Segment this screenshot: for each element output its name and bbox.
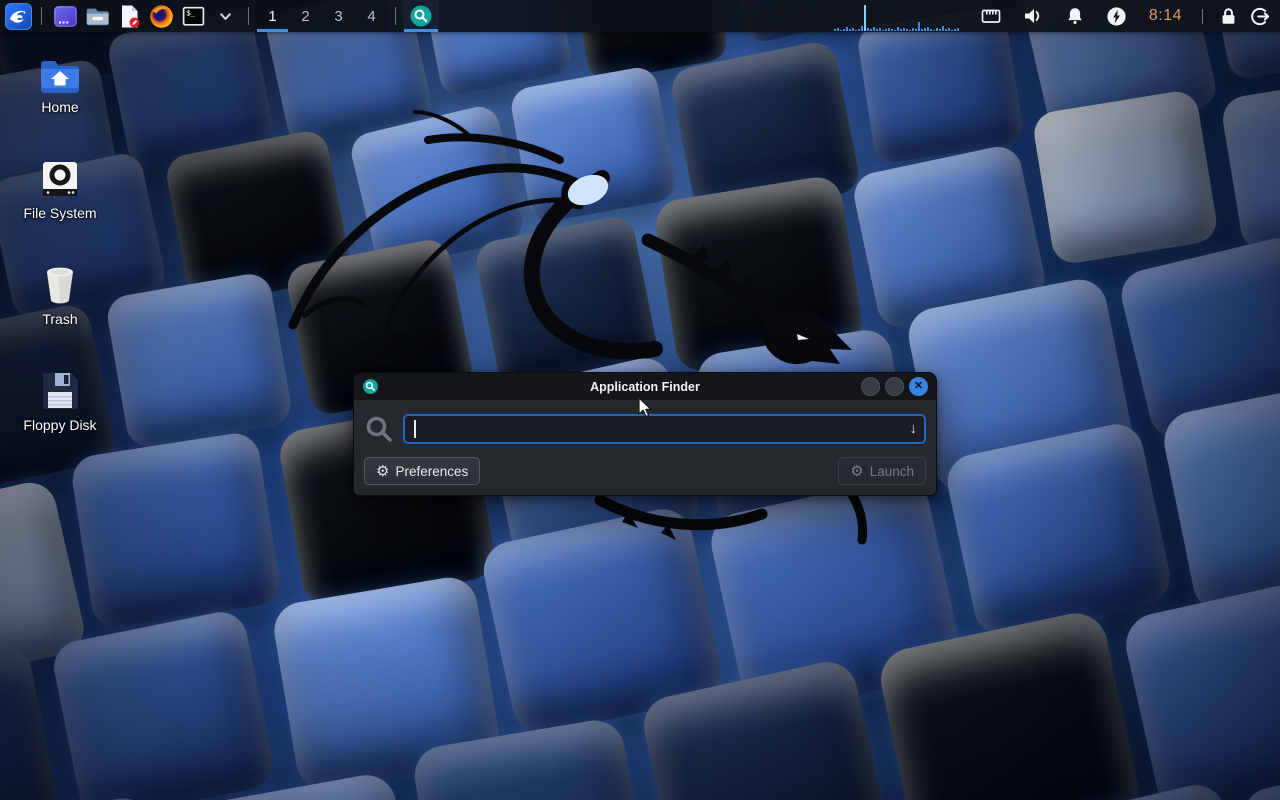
desktop-icon-trash[interactable]: Trash	[14, 264, 106, 329]
network-icon	[979, 4, 1003, 28]
cube	[1031, 88, 1219, 266]
lock-icon	[1217, 5, 1240, 28]
search-input[interactable]	[403, 414, 926, 444]
notifications-tray-button[interactable]	[1059, 0, 1091, 32]
chevron-down-icon	[219, 10, 232, 23]
cube	[1219, 72, 1280, 254]
desktop-icon-label: Trash	[42, 311, 77, 327]
terminal-dropdown-button[interactable]	[209, 0, 241, 32]
power-manager-tray-button[interactable]	[1101, 0, 1133, 32]
preferences-label: Preferences	[395, 464, 468, 479]
svg-text:$_: $_	[186, 10, 195, 18]
firefox-icon	[149, 4, 174, 29]
clock[interactable]: 8:14	[1143, 6, 1188, 26]
text-editor-icon	[117, 4, 142, 29]
file-system-drive-icon	[39, 160, 81, 200]
top-panel: $_ 1 2 3 4	[0, 0, 1280, 32]
search-icon	[364, 414, 394, 444]
system-tray	[970, 0, 1138, 32]
desktop-icon-file-system[interactable]: File System	[14, 160, 106, 223]
volume-icon	[1021, 4, 1045, 28]
dialog-body: ↓ ⚙ Preferences ⚙ Launch	[354, 400, 936, 495]
trash-icon	[39, 264, 81, 306]
titlebar[interactable]: Application Finder ✕	[354, 373, 936, 400]
home-folder-icon	[37, 56, 83, 94]
desktop-icon-floppy-disk[interactable]: Floppy Disk	[14, 370, 106, 435]
desktop-icon-label: File System	[23, 205, 96, 221]
application-finder-window: Application Finder ✕ ↓	[353, 372, 937, 496]
maximize-button[interactable]	[885, 377, 904, 396]
lock-screen-button[interactable]	[1212, 0, 1244, 32]
launcher-terminal[interactable]: $_	[177, 0, 209, 32]
desktop-icon-label: Home	[41, 99, 78, 115]
desktop-icon-label: Floppy Disk	[23, 417, 96, 433]
power-manager-icon	[1105, 5, 1128, 28]
panel-separator	[395, 7, 396, 25]
logout-button[interactable]	[1244, 0, 1276, 32]
text-caret	[414, 420, 416, 438]
launcher-firefox[interactable]	[145, 0, 177, 32]
cube	[49, 608, 277, 800]
workspace-label: 2	[301, 8, 309, 25]
cube	[508, 65, 678, 225]
terminal-icon: $_	[181, 4, 206, 29]
launch-button[interactable]: ⚙ Launch	[838, 457, 926, 485]
volume-tray-button[interactable]	[1017, 0, 1049, 32]
cube	[942, 419, 1175, 639]
panel-separator	[41, 7, 42, 25]
launch-gear-icon: ⚙	[850, 464, 863, 479]
launch-label: Launch	[870, 464, 914, 479]
workspace-label: 4	[367, 8, 375, 25]
preferences-button[interactable]: ⚙ Preferences	[364, 457, 480, 485]
app-finder-icon	[409, 4, 433, 28]
purple-terminal-icon	[53, 4, 78, 29]
workspace-label: 1	[268, 8, 276, 25]
workspace-label: 3	[334, 8, 342, 25]
panel-separator	[248, 7, 249, 25]
close-button[interactable]: ✕	[909, 377, 928, 396]
application-finder-icon	[362, 378, 379, 395]
launcher-text-editor[interactable]	[113, 0, 145, 32]
workspace-button-1[interactable]: 1	[256, 0, 289, 32]
kali-menu-icon	[5, 3, 32, 30]
desktop-icon-home[interactable]: Home	[14, 56, 106, 117]
cube	[69, 430, 282, 631]
cpu-graph[interactable]	[834, 0, 964, 32]
minimize-button[interactable]	[861, 377, 880, 396]
floppy-disk-icon	[39, 370, 81, 412]
cube	[1120, 572, 1280, 800]
applications-menu-button[interactable]	[2, 0, 34, 32]
window-title: Application Finder	[354, 380, 936, 394]
gear-icon: ⚙	[376, 464, 389, 479]
dropdown-arrow-icon[interactable]: ↓	[910, 420, 918, 437]
workspace-button-2[interactable]: 2	[289, 0, 322, 32]
file-manager-icon	[84, 3, 110, 29]
cube	[104, 271, 294, 450]
appfinder-taskbar-button[interactable]	[403, 0, 439, 32]
bell-icon	[1064, 5, 1086, 27]
workspace-button-4[interactable]: 4	[355, 0, 388, 32]
network-tray-button[interactable]	[975, 0, 1007, 32]
workspace-button-3[interactable]: 3	[322, 0, 355, 32]
panel-separator	[1202, 9, 1203, 24]
logout-icon	[1249, 5, 1272, 28]
launcher-terminal-purple[interactable]	[49, 0, 81, 32]
launcher-file-manager[interactable]	[81, 0, 113, 32]
